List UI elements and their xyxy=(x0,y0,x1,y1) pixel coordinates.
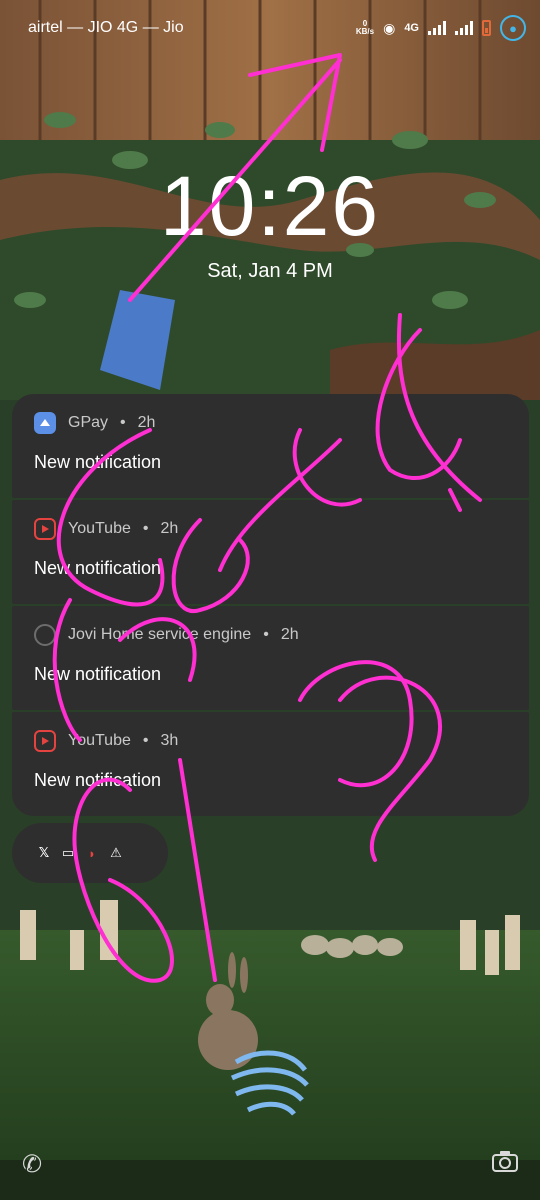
youtube-icon xyxy=(34,518,56,540)
notification-item[interactable]: GPay • 2h New notification xyxy=(12,394,529,498)
status-icons: 0 KB/s ◉ 4G ● xyxy=(356,15,526,41)
notification-app-name: YouTube xyxy=(68,732,131,749)
notification-item[interactable]: YouTube • 3h New notification xyxy=(12,712,529,816)
notification-text: New notification xyxy=(34,770,162,790)
notification-text: New notification xyxy=(34,558,162,578)
notification-item[interactable]: YouTube • 2h New notification xyxy=(12,500,529,604)
notification-app-name: Jovi Home service engine xyxy=(68,626,252,643)
x-icon: 𝕏 xyxy=(38,845,50,860)
signal-icon-sim2 xyxy=(455,21,473,35)
notification-list: GPay • 2h New notification YouTube • 2h … xyxy=(12,394,529,818)
notification-text: New notification xyxy=(34,452,162,472)
collapsed-notification-icons[interactable]: 𝕏 ▭ ◗ ⚠ xyxy=(12,823,168,883)
lock-date: Sat, Jan 4 PM xyxy=(207,260,333,282)
network-type-label: 4G xyxy=(404,22,419,34)
paytm-icon: ▭ xyxy=(61,845,75,860)
airtel-icon: ◗ xyxy=(88,845,96,861)
user-avatar-icon[interactable]: ● xyxy=(500,15,526,41)
camera-shortcut-icon[interactable] xyxy=(492,1150,518,1179)
youtube-icon xyxy=(34,730,56,752)
hotspot-icon: ◉ xyxy=(383,19,396,36)
notification-age: 2h xyxy=(137,414,156,431)
notification-app-name: YouTube xyxy=(68,520,131,537)
status-bar: airtel — JIO 4G — Jio 0 KB/s ◉ 4G ● xyxy=(0,0,540,56)
network-speed: 0 KB/s xyxy=(355,19,375,36)
jovi-icon xyxy=(34,624,56,646)
signal-icon-sim1 xyxy=(428,21,446,35)
notification-age: 2h xyxy=(280,626,299,643)
notification-item[interactable]: Jovi Home service engine • 2h New notifi… xyxy=(12,606,529,710)
notification-text: New notification xyxy=(34,664,162,684)
phone-shortcut-icon[interactable]: ✆ xyxy=(22,1150,42,1179)
battery-icon xyxy=(482,20,491,36)
lock-clock: 10:26 xyxy=(159,159,381,253)
storage-warning-icon: ⚠ xyxy=(110,845,122,860)
carrier-label: airtel — JIO 4G — Jio xyxy=(28,19,184,36)
notification-app-name: GPay xyxy=(68,414,109,431)
notification-age: 2h xyxy=(160,520,179,537)
notification-age: 3h xyxy=(160,732,179,749)
gpay-icon xyxy=(34,412,56,434)
